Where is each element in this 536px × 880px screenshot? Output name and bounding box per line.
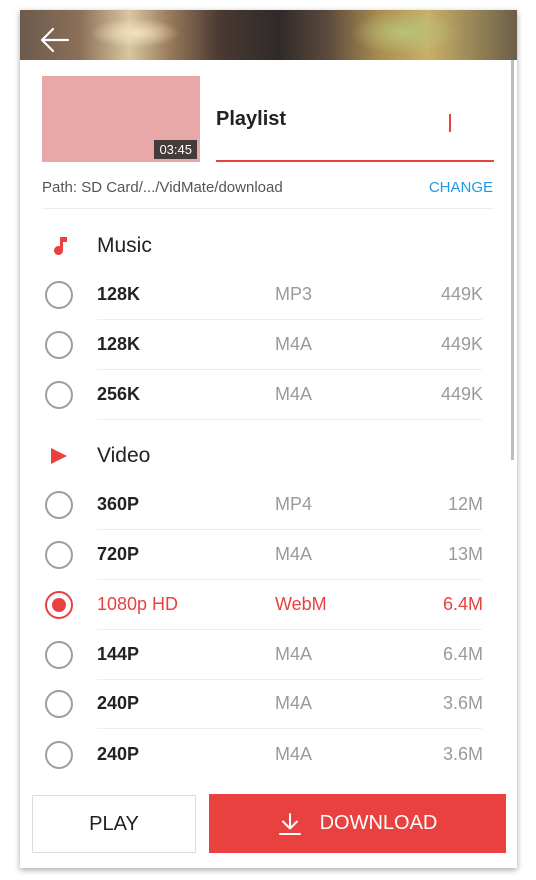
format-label: MP3	[275, 284, 313, 304]
duration-badge: 03:45	[154, 140, 197, 159]
title-input[interactable]: Playlist	[216, 108, 286, 131]
size-label: 12M	[447, 494, 483, 514]
size-label: 13M	[447, 544, 483, 564]
download-button[interactable]: DOWNLOAD	[209, 794, 506, 853]
radio-button[interactable]	[45, 741, 73, 769]
format-label: M4A	[275, 644, 313, 664]
row-divider	[97, 419, 482, 420]
list-item[interactable]: 360P MP4 12M	[20, 480, 517, 530]
play-button[interactable]: PLAY	[32, 795, 196, 853]
video-thumbnail: 03:45	[42, 76, 200, 162]
size-label: 449K	[440, 334, 483, 354]
radio-button[interactable]	[45, 491, 73, 519]
list-item-selected[interactable]: 1080p HD WebM 6.4M	[20, 580, 517, 630]
section-music: Music	[20, 226, 517, 266]
title-underline	[216, 160, 494, 162]
format-label: M4A	[275, 744, 313, 764]
format-label: M4A	[275, 693, 313, 713]
text-cursor	[449, 114, 451, 132]
radio-button[interactable]	[45, 381, 73, 409]
section-label: Music	[97, 234, 152, 257]
radio-button[interactable]	[45, 331, 73, 359]
scrollbar[interactable]	[511, 60, 514, 460]
download-button-label: DOWNLOAD	[319, 812, 438, 834]
download-dialog: 03:45 Playlist Path: SD Card/.../VidMate…	[20, 10, 517, 868]
radio-button[interactable]	[45, 281, 73, 309]
list-item[interactable]: 256K M4A 449K	[20, 370, 517, 420]
quality-label: 256K	[97, 384, 141, 404]
quality-label: 720P	[97, 544, 140, 564]
download-icon	[278, 812, 301, 835]
section-video: Video	[20, 436, 517, 476]
radio-button[interactable]	[45, 690, 73, 718]
section-label: Video	[97, 444, 151, 467]
size-label: 449K	[440, 284, 483, 304]
divider	[42, 208, 494, 209]
play-icon	[51, 448, 67, 464]
format-label: M4A	[275, 334, 313, 354]
size-label: 6.4M	[442, 594, 483, 614]
quality-label: 240P	[97, 693, 140, 713]
row-divider	[97, 728, 482, 729]
quality-label: 144P	[97, 644, 140, 664]
quality-label: 128K	[97, 284, 141, 304]
format-label: M4A	[275, 384, 313, 404]
size-label: 449K	[440, 384, 483, 404]
quality-label: 1080p HD	[97, 594, 179, 614]
list-item[interactable]: 720P M4A 13M	[20, 530, 517, 580]
list-item[interactable]: 144P M4A 6.4M	[20, 630, 517, 680]
quality-label: 360P	[97, 494, 140, 514]
list-item[interactable]: 240P M4A 3.6M	[20, 679, 517, 729]
change-path-button[interactable]: CHANGE	[429, 179, 493, 196]
format-label: M4A	[275, 544, 313, 564]
quality-label: 240P	[97, 744, 140, 764]
arrow-left-icon[interactable]	[38, 26, 72, 54]
size-label: 3.6M	[442, 693, 483, 713]
format-label: WebM	[275, 594, 327, 614]
radio-button[interactable]	[45, 641, 73, 669]
format-label: MP4	[275, 494, 313, 514]
play-button-label: PLAY	[89, 812, 139, 835]
download-path: Path: SD Card/.../VidMate/download	[42, 179, 283, 196]
list-item[interactable]: 240P M4A 3.6M	[20, 730, 517, 780]
radio-button-checked[interactable]	[45, 591, 73, 619]
list-item[interactable]: 128K MP3 449K	[20, 270, 517, 320]
quality-label: 128K	[97, 334, 141, 354]
header-image	[20, 10, 517, 60]
size-label: 3.6M	[442, 744, 483, 764]
size-label: 6.4M	[442, 644, 483, 664]
list-item[interactable]: 128K M4A 449K	[20, 320, 517, 370]
music-note-icon	[54, 237, 67, 256]
radio-button[interactable]	[45, 541, 73, 569]
